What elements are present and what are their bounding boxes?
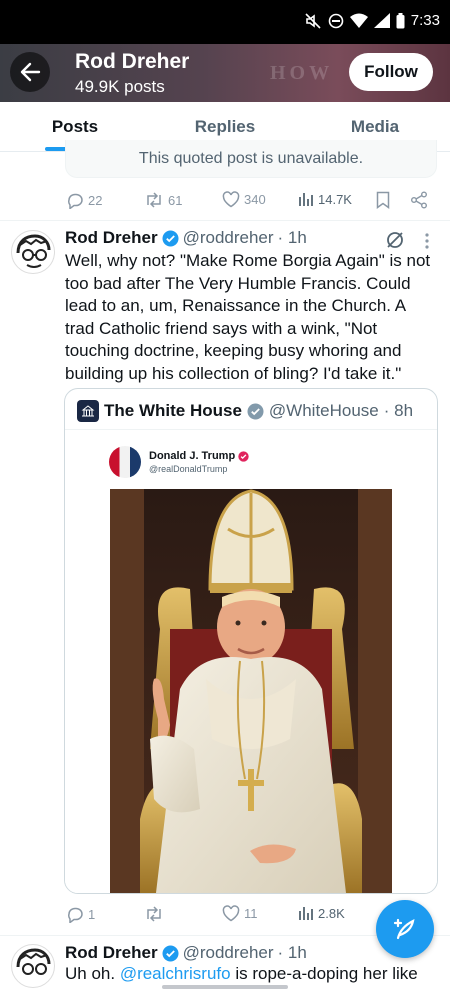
mention-link[interactable]: @realchrisrufo	[120, 964, 231, 983]
white-house-logo	[77, 400, 99, 422]
repost-button[interactable]	[144, 905, 168, 923]
mute-icon	[305, 12, 321, 29]
embedded-author-handle: @realDonaldTrump	[149, 464, 228, 474]
repost-count: 61	[168, 192, 183, 208]
view-count: 14.7K	[318, 191, 352, 207]
tweet-header: Rod Dreher @roddreher · 1h	[65, 943, 307, 963]
like-count: 11	[244, 906, 258, 921]
signal-icon	[373, 13, 390, 28]
reply-count: 1	[88, 906, 96, 922]
pope-image[interactable]	[110, 489, 392, 893]
wifi-icon	[349, 13, 368, 28]
pope-illustration	[110, 489, 392, 893]
reply-count: 22	[88, 192, 103, 208]
quote-author-name: The White House	[104, 401, 242, 420]
status-bar: 7:33	[0, 0, 450, 44]
compose-feather-icon	[393, 918, 415, 940]
tweet-text-end: is rope-a-doping her like	[230, 964, 418, 983]
prev-post-actions: 22 61 340 14.7K	[66, 191, 436, 211]
embedded-post-header: Donald J. Trump @realDonaldTrump	[109, 446, 249, 478]
tweet-header: Rod Dreher @roddreher · 1h	[65, 228, 307, 248]
banner-image: HOW	[270, 62, 334, 84]
heart-icon	[222, 191, 240, 208]
author-handle[interactable]: @roddreher	[183, 943, 274, 963]
quote-time: · 8h	[383, 401, 414, 420]
reply-icon	[68, 907, 83, 923]
bookmark-icon[interactable]	[376, 191, 390, 209]
caricature-avatar-icon	[16, 948, 51, 975]
embedded-verified-icon	[238, 450, 249, 462]
caricature-avatar-icon	[16, 234, 51, 268]
embedded-author-name: Donald J. Trump	[149, 450, 236, 462]
gray-verified-badge-icon	[247, 403, 264, 419]
avatar[interactable]	[11, 944, 55, 988]
reply-button[interactable]: 22	[66, 191, 102, 209]
heart-icon	[222, 905, 240, 922]
tweet-text-start: Uh oh.	[65, 964, 120, 983]
post-time: · 1h	[277, 228, 307, 247]
clock: 7:33	[410, 12, 440, 29]
quote-author-handle: @WhiteHouse	[268, 401, 379, 420]
battery-icon	[396, 12, 405, 28]
post-divider	[0, 220, 450, 221]
tweet-text: Well, why not? "Make Rome Borgia Again" …	[65, 251, 431, 383]
back-arrow-icon	[20, 62, 41, 82]
reply-icon	[68, 193, 83, 209]
author-handle[interactable]: @roddreher	[183, 228, 274, 248]
more-options-icon[interactable]	[424, 232, 430, 250]
quote-header: The White House @WhiteHouse · 8h	[77, 400, 413, 422]
author-name[interactable]: Rod Dreher	[65, 228, 158, 248]
views-button[interactable]: 14.7K	[298, 191, 352, 207]
tweet-text: Uh oh. @realchrisrufo is rope-a-doping h…	[65, 964, 435, 984]
analytics-icon	[299, 193, 313, 206]
compose-button[interactable]	[376, 900, 434, 958]
profile-header: HOW Rod Dreher 49.9K posts Follow	[0, 44, 450, 102]
author-name[interactable]: Rod Dreher	[65, 943, 158, 963]
share-icon[interactable]	[410, 191, 428, 209]
post-time: · 1h	[277, 943, 307, 962]
repost-icon	[147, 906, 161, 922]
profile-name: Rod Dreher	[75, 50, 190, 73]
verified-badge-icon	[162, 945, 179, 961]
gesture-nav-bar[interactable]	[162, 985, 288, 989]
quoted-post-unavailable: This quoted post is unavailable.	[65, 140, 437, 178]
like-button[interactable]: 11	[222, 905, 258, 922]
building-icon	[81, 405, 95, 417]
like-count: 340	[244, 192, 266, 207]
verified-badge-icon	[162, 230, 179, 246]
back-button[interactable]	[10, 52, 50, 92]
avatar[interactable]	[11, 230, 55, 274]
views-button[interactable]: 2.8K	[298, 905, 345, 921]
view-count: 2.8K	[318, 905, 345, 921]
trump-avatar	[109, 446, 141, 478]
like-button[interactable]: 340	[222, 191, 266, 208]
repost-button[interactable]: 61	[144, 191, 182, 209]
quoted-post[interactable]: The White House @WhiteHouse · 8h Donald …	[64, 388, 438, 894]
follow-button[interactable]: Follow	[349, 53, 433, 91]
analytics-icon	[299, 907, 313, 920]
dnd-icon	[328, 13, 344, 28]
post-count: 49.9K posts	[75, 77, 165, 96]
repost-icon	[147, 192, 161, 208]
quote-media[interactable]: Donald J. Trump @realDonaldTrump	[65, 429, 437, 893]
reply-button[interactable]: 1	[66, 905, 95, 923]
grok-icon[interactable]	[385, 230, 405, 250]
